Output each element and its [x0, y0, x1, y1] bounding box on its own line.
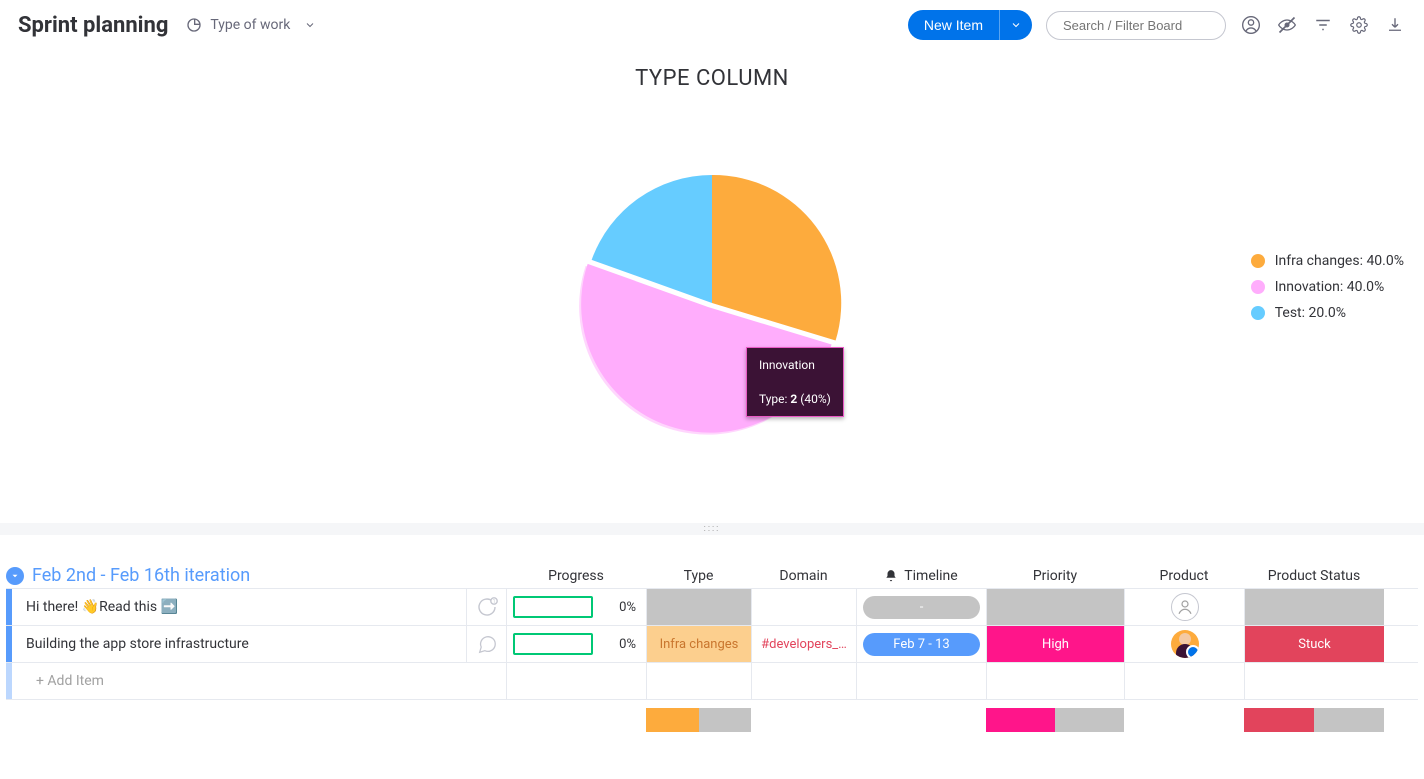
view-type-label: Type of work — [210, 17, 290, 33]
progress-bar — [513, 596, 593, 618]
item-name: Building the app store infrastructure — [26, 636, 249, 652]
tooltip-value: Type: 2 (40%) — [759, 392, 831, 406]
product-status-cell[interactable]: Stuck — [1244, 626, 1384, 662]
product-cell[interactable] — [1124, 626, 1244, 662]
legend-label: Innovation: 40.0% — [1275, 279, 1385, 295]
legend-item[interactable]: Test: 20.0% — [1251, 305, 1404, 321]
progress-label: 0% — [619, 637, 636, 652]
product-cell[interactable] — [1124, 589, 1244, 625]
eye-off-icon[interactable] — [1276, 14, 1298, 36]
board-title: Sprint planning — [18, 13, 168, 38]
person-icon[interactable] — [1240, 14, 1262, 36]
chart-legend: Infra changes: 40.0% Innovation: 40.0% T… — [1251, 243, 1404, 331]
item-name-cell[interactable]: Hi there! 👋Read this ➡️ 1 — [6, 589, 506, 625]
priority-cell[interactable]: High — [986, 626, 1124, 662]
priority-cell[interactable] — [986, 589, 1124, 625]
legend-label: Test: 20.0% — [1275, 305, 1346, 321]
search-input[interactable] — [1061, 17, 1211, 34]
pie-chart[interactable]: Innovation Type: 2 (40%) — [512, 103, 912, 503]
status-badge: Stuck — [1245, 626, 1384, 662]
col-header-type[interactable]: Type — [646, 564, 751, 588]
table-row[interactable]: Hi there! 👋Read this ➡️ 1 0% - — [6, 588, 1418, 625]
tooltip-title: Innovation — [759, 358, 831, 372]
domain-cell[interactable]: #developers_… — [751, 626, 856, 662]
item-name: Hi there! 👋Read this ➡️ — [26, 599, 178, 615]
product-status-summary — [1244, 708, 1384, 732]
domain-cell[interactable] — [751, 589, 856, 625]
pie-chart-icon — [186, 17, 202, 33]
grip-icon: :::: — [704, 524, 721, 534]
new-item-group: New Item — [908, 10, 1032, 40]
legend-label: Infra changes: 40.0% — [1275, 253, 1404, 269]
legend-item[interactable]: Innovation: 40.0% — [1251, 279, 1404, 295]
avatar — [1171, 630, 1199, 658]
table-row[interactable]: Building the app store infrastructure 0%… — [6, 625, 1418, 662]
legend-dot-icon — [1251, 254, 1265, 268]
avatar-placeholder-icon — [1171, 593, 1199, 621]
status-badge — [987, 589, 1124, 625]
svg-text:1: 1 — [492, 599, 495, 605]
status-badge: High — [987, 626, 1124, 662]
group-color-bar — [6, 663, 12, 699]
status-badge — [647, 589, 751, 625]
legend-item[interactable]: Infra changes: 40.0% — [1251, 253, 1404, 269]
col-header-product-status[interactable]: Product Status — [1244, 564, 1384, 588]
col-header-domain[interactable]: Domain — [751, 564, 856, 588]
type-cell[interactable] — [646, 589, 751, 625]
type-cell[interactable]: Infra changes — [646, 626, 751, 662]
add-item-label: + Add Item — [36, 673, 104, 689]
status-badge — [1245, 589, 1384, 625]
legend-dot-icon — [1251, 280, 1265, 294]
chat-icon[interactable]: 1 — [466, 589, 506, 625]
tag: #developers_… — [761, 637, 847, 652]
col-header-progress[interactable]: Progress — [506, 564, 646, 588]
chevron-down-icon — [1010, 19, 1022, 31]
chart-area: TYPE COLUMN Innovation Type: 2 (40%) — [0, 50, 1424, 523]
add-item-row[interactable]: + Add Item — [6, 662, 1418, 700]
board-header: Sprint planning Type of work New Item — [0, 0, 1424, 50]
progress-bar — [513, 633, 593, 655]
priority-summary — [986, 708, 1124, 732]
timeline-cell[interactable]: - — [856, 589, 986, 625]
item-name-cell[interactable]: Building the app store infrastructure — [6, 626, 506, 662]
board-area: Feb 2nd - Feb 16th iteration Progress Ty… — [0, 535, 1424, 732]
legend-dot-icon — [1251, 306, 1265, 320]
status-badge: Infra changes — [647, 626, 751, 662]
col-header-product[interactable]: Product — [1124, 564, 1244, 588]
gear-icon[interactable] — [1348, 14, 1370, 36]
progress-cell[interactable]: 0% — [506, 589, 646, 625]
product-status-cell[interactable] — [1244, 589, 1384, 625]
chevron-down-icon — [304, 19, 316, 31]
view-type-selector[interactable]: Type of work — [186, 17, 316, 33]
progress-label: 0% — [619, 600, 636, 615]
progress-cell[interactable]: 0% — [506, 626, 646, 662]
search-input-wrap[interactable] — [1046, 11, 1226, 40]
type-summary — [646, 708, 751, 732]
chart-tooltip: Innovation Type: 2 (40%) — [746, 347, 844, 417]
timeline-pill: - — [863, 596, 980, 619]
col-header-timeline[interactable]: Timeline — [856, 564, 986, 588]
chart-title: TYPE COLUMN — [0, 66, 1424, 91]
bell-icon — [884, 569, 898, 583]
filter-icon[interactable] — [1312, 14, 1334, 36]
split-handle[interactable]: :::: — [0, 523, 1424, 535]
download-icon[interactable] — [1384, 14, 1406, 36]
group-footer — [6, 708, 1418, 732]
new-item-button[interactable]: New Item — [908, 10, 999, 40]
col-header-priority[interactable]: Priority — [986, 564, 1124, 588]
timeline-pill: Feb 7 - 13 — [863, 633, 980, 656]
new-item-dropdown[interactable] — [999, 10, 1032, 40]
timeline-cell[interactable]: Feb 7 - 13 — [856, 626, 986, 662]
chat-icon[interactable] — [466, 626, 506, 662]
